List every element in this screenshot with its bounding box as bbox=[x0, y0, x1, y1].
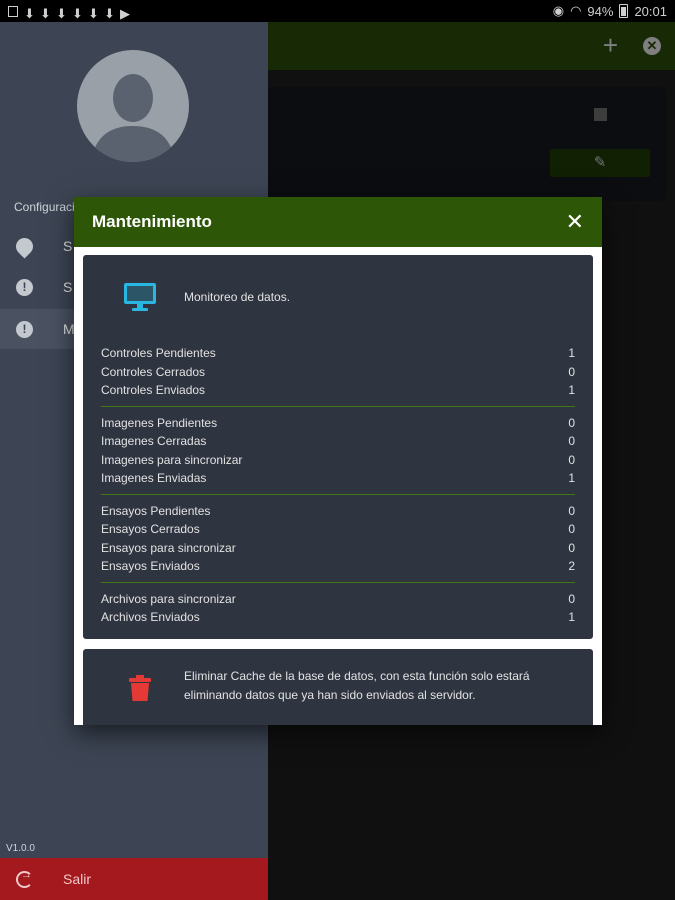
stat-value: 0 bbox=[568, 522, 575, 537]
divider bbox=[101, 493, 575, 495]
logout-label: Salir bbox=[63, 871, 92, 887]
stat-row: Imagenes Pendientes 0 bbox=[101, 414, 575, 433]
download-icon: ⬇ bbox=[40, 5, 51, 21]
stat-label: Imagenes Enviadas bbox=[101, 471, 207, 486]
system-icons: ◉ ◠ 94% 20:01 bbox=[553, 3, 667, 19]
stat-row: Ensayos Cerrados 0 bbox=[101, 520, 575, 539]
stats-list: Controles Pendientes 1 Controles Cerrados… bbox=[101, 344, 575, 627]
stat-row: Controles Pendientes 1 bbox=[101, 344, 575, 363]
stat-row: Archivos Enviados 1 bbox=[101, 608, 575, 627]
stat-label: Controles Pendientes bbox=[101, 346, 216, 361]
avatar[interactable] bbox=[77, 50, 189, 162]
play-icon: ▶ bbox=[120, 5, 130, 21]
stat-value: 1 bbox=[568, 610, 575, 625]
download-icon: ⬇ bbox=[24, 5, 35, 21]
stat-value: 0 bbox=[568, 591, 575, 606]
divider bbox=[101, 405, 575, 407]
maintenance-dialog: Mantenimiento ✕ Monitoreo de datos. Cont… bbox=[74, 197, 602, 725]
stat-value: 1 bbox=[568, 383, 575, 398]
stat-row: Archivos para sincronizar 0 bbox=[101, 590, 575, 609]
stat-label: Imagenes Cerradas bbox=[101, 434, 207, 449]
logout-button[interactable]: Salir bbox=[0, 858, 268, 900]
stat-value: 0 bbox=[568, 452, 575, 467]
stat-label: Archivos Enviados bbox=[101, 610, 200, 625]
close-icon[interactable]: ✕ bbox=[566, 211, 584, 233]
status-bar: ⬇ ⬇ ⬇ ⬇ ⬇ ⬇ ▶ ◉ ◠ 94% 20:01 bbox=[0, 0, 675, 22]
stat-value: 1 bbox=[568, 346, 575, 361]
stat-value: 0 bbox=[568, 540, 575, 555]
stat-row: Controles Enviados 1 bbox=[101, 381, 575, 400]
stat-value: 0 bbox=[568, 434, 575, 449]
stat-row: Ensayos Pendientes 0 bbox=[101, 502, 575, 521]
divider bbox=[101, 581, 575, 583]
stat-value: 0 bbox=[568, 415, 575, 430]
download-icon: ⬇ bbox=[104, 5, 115, 21]
data-monitor-panel: Monitoreo de datos. Controles Pendientes… bbox=[83, 255, 593, 639]
stat-label: Ensayos Pendientes bbox=[101, 503, 211, 518]
stat-value: 0 bbox=[568, 364, 575, 379]
dialog-header: Mantenimiento ✕ bbox=[74, 197, 602, 247]
stat-label: Ensayos para sincronizar bbox=[101, 540, 236, 555]
trash-icon bbox=[129, 675, 151, 701]
download-icon: ⬇ bbox=[56, 5, 67, 21]
location-icon: ◉ bbox=[552, 3, 565, 18]
drawer-item-label: S bbox=[63, 279, 73, 295]
monitor-label: Monitoreo de datos. bbox=[184, 290, 291, 304]
wifi-icon: ◠ bbox=[570, 3, 582, 18]
stat-row: Ensayos Enviados 2 bbox=[101, 557, 575, 576]
logout-icon bbox=[16, 869, 33, 888]
battery-level: 94% bbox=[587, 3, 614, 19]
stat-label: Imagenes para sincronizar bbox=[101, 452, 243, 467]
monitor-icon bbox=[124, 283, 156, 311]
stat-row: Imagenes para sincronizar 0 bbox=[101, 451, 575, 470]
stat-row: Imagenes Cerradas 0 bbox=[101, 432, 575, 451]
notification-icons: ⬇ ⬇ ⬇ ⬇ ⬇ ⬇ ▶ bbox=[8, 5, 130, 21]
user-silhouette-icon bbox=[91, 74, 175, 162]
settings-section-title: Configuraci bbox=[14, 200, 75, 214]
stat-label: Ensayos Enviados bbox=[101, 559, 200, 574]
dialog-title: Mantenimiento bbox=[92, 212, 212, 231]
info-icon: ! bbox=[16, 278, 33, 296]
battery-icon bbox=[619, 4, 629, 18]
stat-label: Archivos para sincronizar bbox=[101, 591, 236, 606]
download-icon: ⬇ bbox=[72, 5, 83, 21]
stat-row: Ensayos para sincronizar 0 bbox=[101, 539, 575, 558]
stat-value: 0 bbox=[568, 503, 575, 518]
drawer-item-label: M bbox=[63, 321, 75, 337]
info-icon: ! bbox=[16, 320, 33, 338]
stat-row: Controles Cerrados 0 bbox=[101, 363, 575, 382]
stat-value: 1 bbox=[568, 471, 575, 486]
stat-label: Imagenes Pendientes bbox=[101, 415, 218, 430]
notification-icon bbox=[8, 5, 18, 17]
drop-icon bbox=[12, 233, 37, 259]
drawer-item-label: S bbox=[63, 238, 73, 254]
app-version: V1.0.0 bbox=[6, 843, 35, 854]
clock: 20:01 bbox=[634, 3, 667, 19]
download-icon: ⬇ bbox=[88, 5, 99, 21]
stat-label: Controles Enviados bbox=[101, 383, 206, 398]
stat-label: Controles Cerrados bbox=[101, 364, 206, 379]
stat-label: Ensayos Cerrados bbox=[101, 522, 200, 537]
clear-cache-panel[interactable]: Eliminar Cache de la base de datos, con … bbox=[83, 649, 593, 725]
stat-row: Imagenes Enviadas 1 bbox=[101, 469, 575, 488]
clear-cache-description: Eliminar Cache de la base de datos, con … bbox=[184, 669, 530, 702]
stat-value: 2 bbox=[568, 559, 575, 574]
